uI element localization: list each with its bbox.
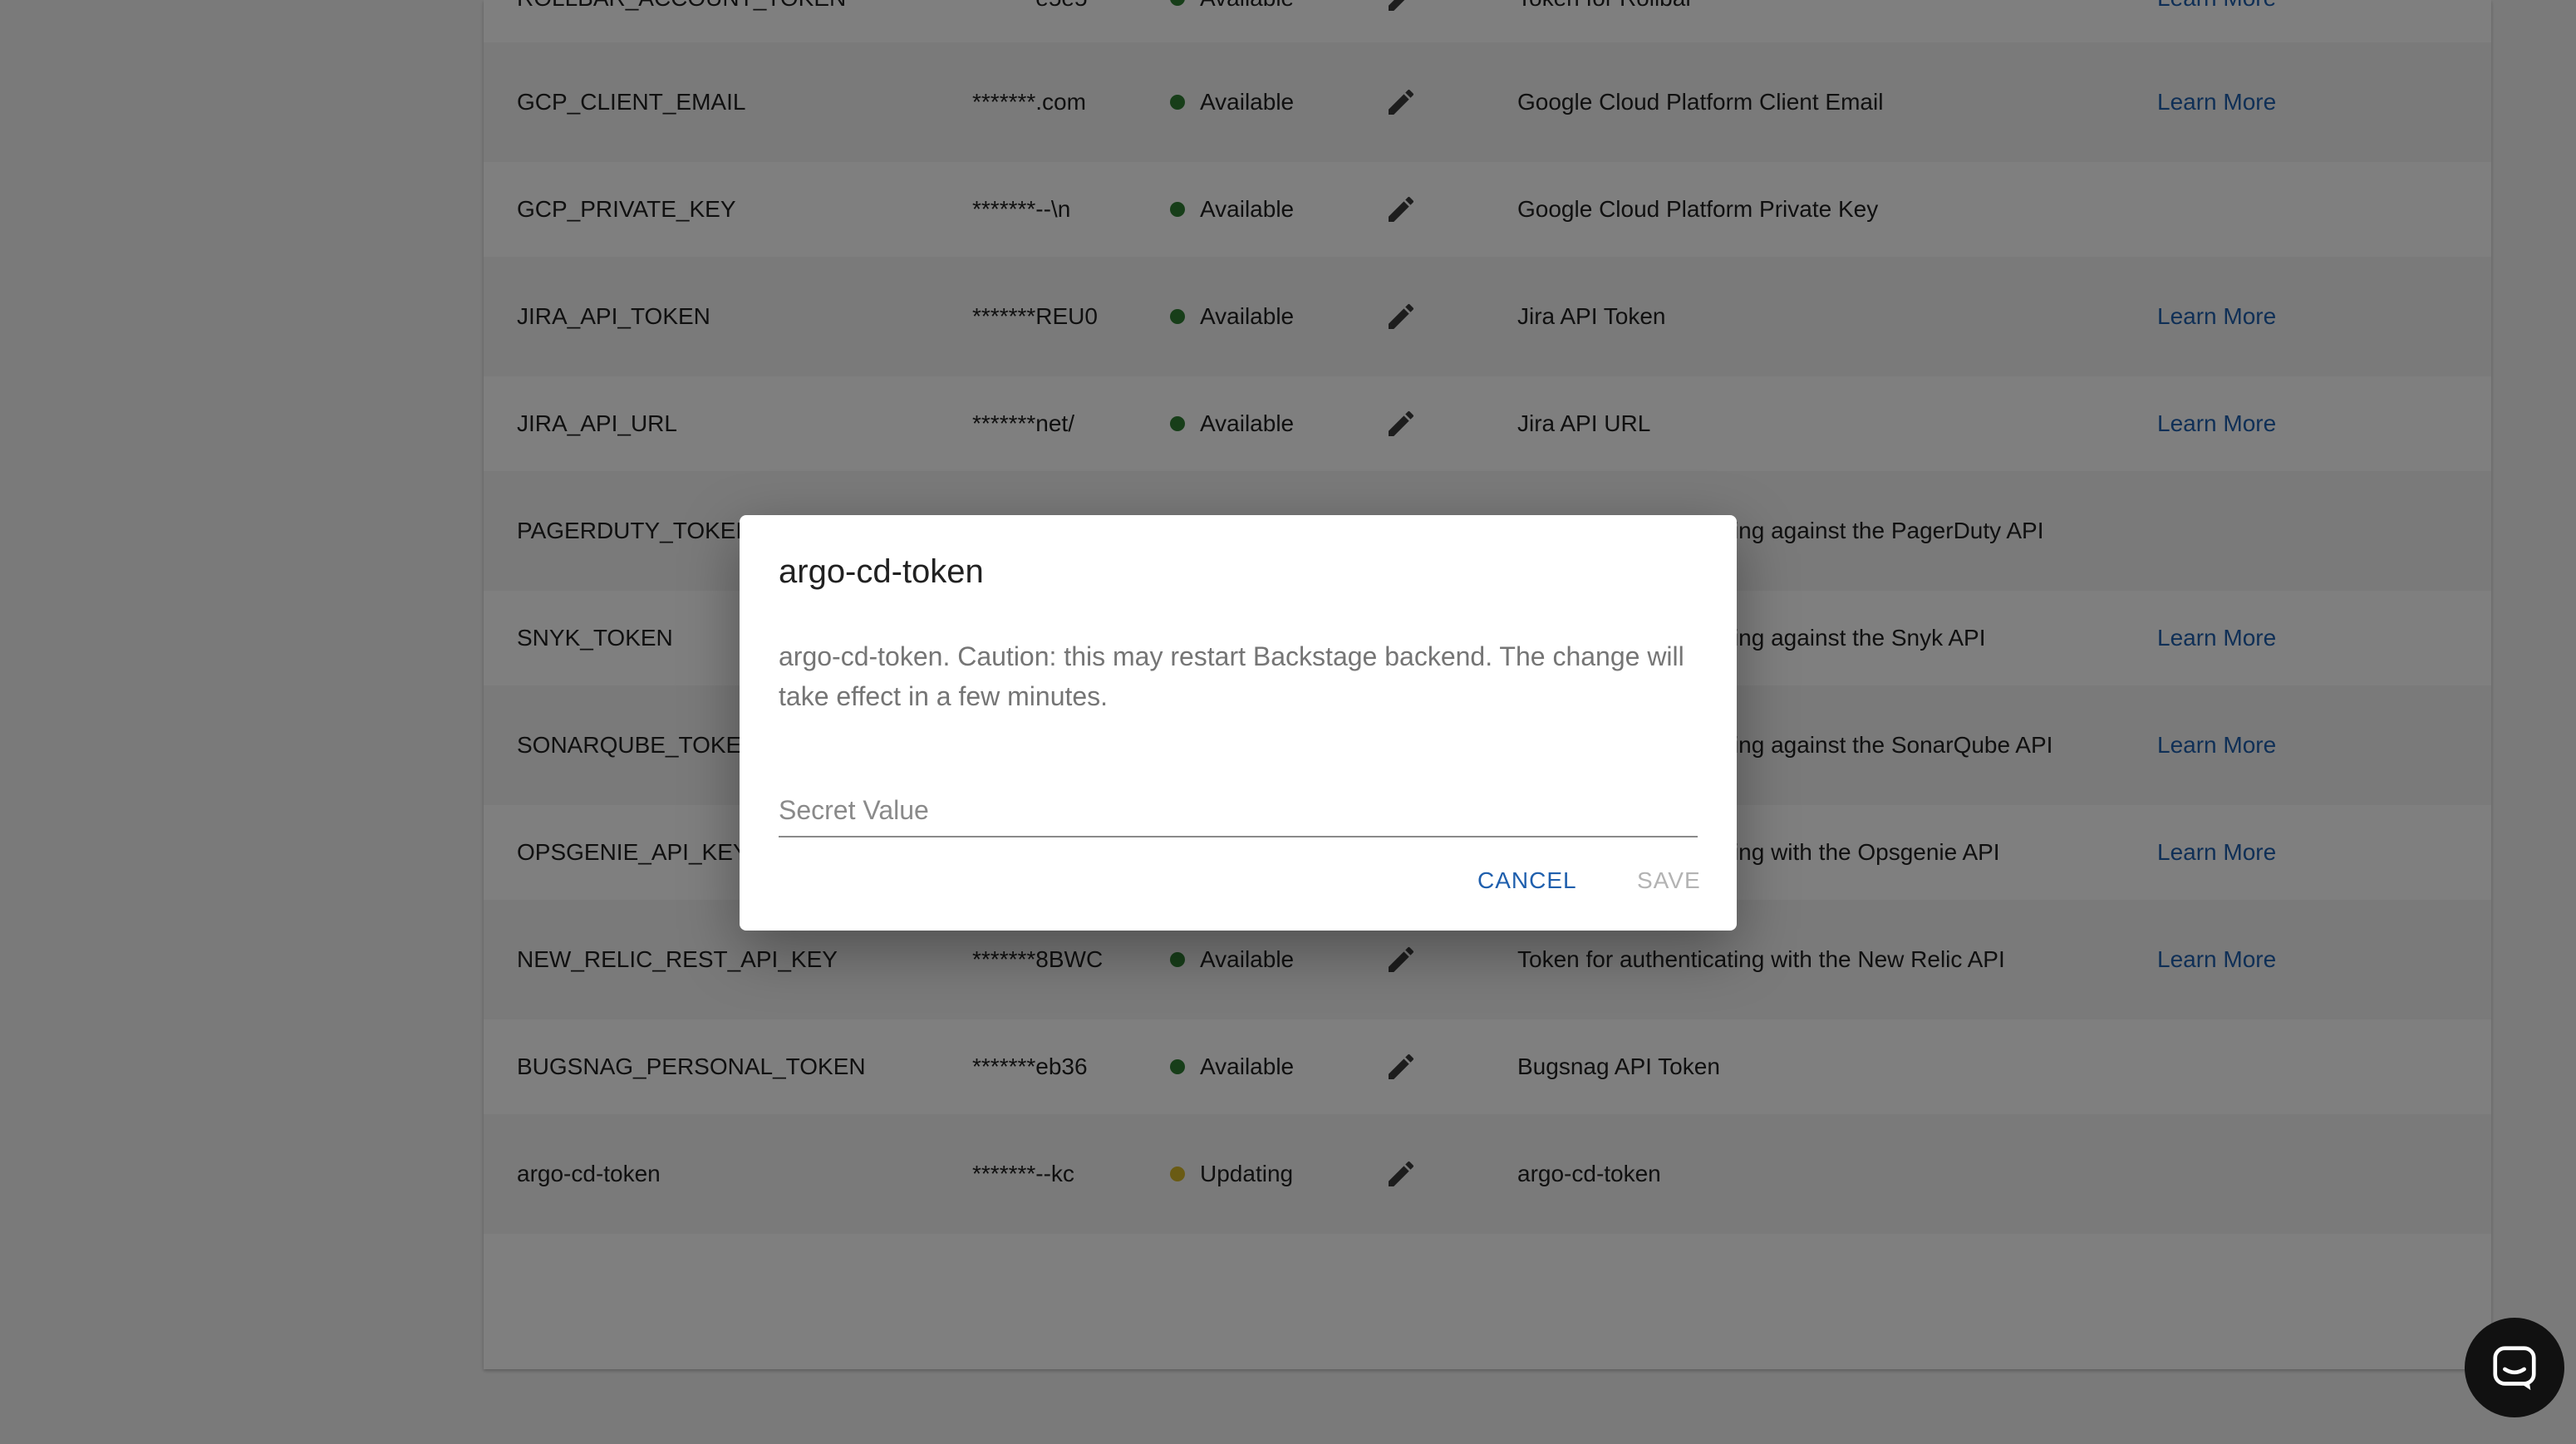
chat-icon — [2493, 1346, 2536, 1391]
secret-value-field — [779, 778, 1698, 837]
save-button[interactable]: SAVE — [1637, 867, 1701, 894]
secret-value-input[interactable] — [779, 795, 1698, 826]
dialog-message: argo-cd-token. Caution: this may restart… — [779, 641, 1684, 711]
cancel-button[interactable]: CANCEL — [1477, 867, 1577, 894]
dialog-title: argo-cd-token — [779, 553, 984, 590]
edit-secret-dialog: argo-cd-token argo-cd-token. Caution: th… — [740, 515, 1737, 931]
chat-launcher-button[interactable] — [2465, 1318, 2564, 1417]
